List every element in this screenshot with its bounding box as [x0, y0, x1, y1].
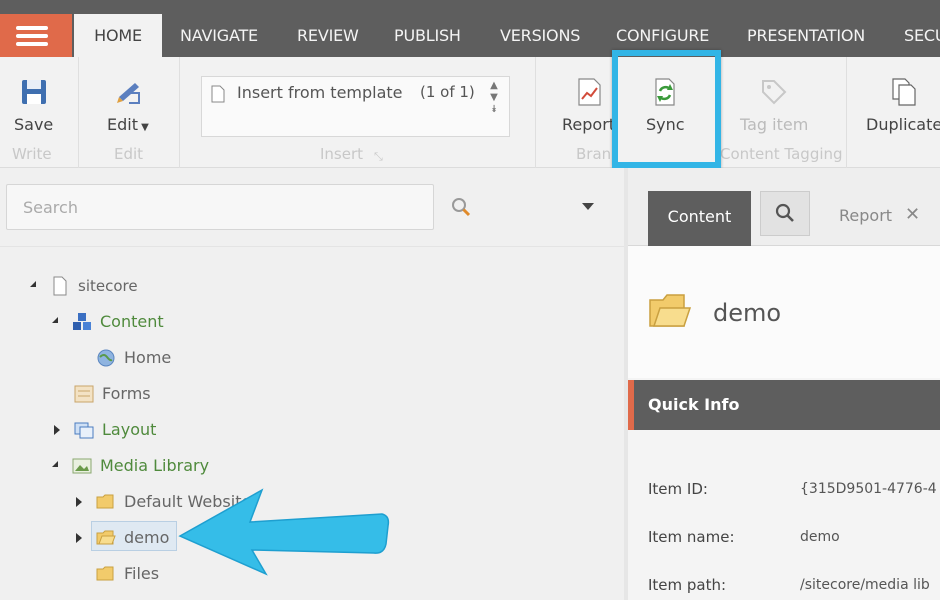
editor-tab-strip: Content Report ✕: [628, 168, 940, 246]
tag-icon: [762, 80, 787, 105]
expand-toggle-icon[interactable]: [54, 425, 60, 435]
folder-open-icon: [649, 294, 692, 327]
edit-icon: [116, 83, 140, 104]
item-header: demo: [628, 246, 940, 378]
tree-label: sitecore: [78, 277, 138, 295]
collapse-toggle-icon[interactable]: [30, 281, 36, 287]
collapse-toggle-icon[interactable]: [52, 461, 58, 467]
tab-content[interactable]: Content: [648, 191, 751, 246]
duplicate-button[interactable]: Duplicate: [866, 77, 940, 134]
group-write-label: Write: [12, 145, 52, 163]
close-icon[interactable]: ✕: [905, 204, 920, 225]
content-cubes-icon: [73, 313, 91, 330]
tree-label: Forms: [102, 384, 151, 403]
tree-label: Layout: [102, 420, 157, 439]
save-button[interactable]: Save: [14, 77, 53, 134]
tree-label: Files: [124, 564, 160, 583]
dialog-launcher-icon[interactable]: ⤡: [374, 150, 383, 164]
tree-label: Media Library: [100, 456, 210, 475]
tab-navigate[interactable]: NAVIGATE: [180, 14, 258, 57]
globe-icon: [97, 349, 115, 367]
item-path-value: /sitecore/media lib: [800, 577, 930, 593]
insert-template-count: (1 of 1): [420, 83, 475, 101]
folder-open-icon: [96, 530, 116, 545]
tree-label: demo: [124, 528, 170, 547]
folder-icon: [96, 566, 114, 581]
image-icon: [72, 458, 92, 474]
group-edit-label: Edit: [114, 145, 144, 163]
tag-item-label: Tag item: [740, 115, 809, 134]
tree-label: Home: [124, 348, 172, 367]
quick-info-section-header[interactable]: Quick Info: [628, 380, 940, 430]
report-button[interactable]: Report: [562, 77, 615, 134]
duplicate-label: Duplicate: [866, 115, 940, 134]
folder-icon: [96, 494, 114, 509]
collapse-toggle-icon[interactable]: [52, 317, 58, 323]
tag-item-button[interactable]: Tag item: [740, 77, 808, 134]
tab-report[interactable]: Report: [839, 206, 892, 225]
insert-template-list[interactable]: Insert from template (1 of 1) ▲ ▼ ⯯: [201, 76, 510, 137]
item-id-value: {315D9501-4776-4: [800, 481, 937, 497]
tree-label: Content: [100, 312, 164, 331]
ribbon-divider: [179, 57, 180, 168]
document-icon: [211, 85, 225, 103]
panel-divider: [0, 246, 624, 247]
content-editor-panel: Content Report ✕ demo Quick Info Item ID…: [628, 168, 940, 600]
item-name-label: Item name:: [648, 528, 735, 546]
expand-list-icon[interactable]: ⯯: [486, 104, 502, 116]
search-options-caret-icon[interactable]: [582, 203, 594, 210]
group-branches-label: Bran: [576, 145, 612, 163]
save-icon: [21, 80, 46, 104]
ribbon-divider: [846, 57, 847, 168]
item-id-label: Item ID:: [648, 480, 708, 498]
list-scroll-arrows[interactable]: ▲ ▼ ⯯: [486, 80, 502, 134]
hamburger-menu-icon[interactable]: [0, 14, 72, 57]
chevron-down-icon: ▼: [137, 122, 149, 133]
sync-highlight-frame: [612, 50, 721, 168]
forms-icon: [74, 385, 94, 403]
save-label: Save: [14, 115, 54, 134]
report-icon: [577, 78, 601, 106]
tab-home[interactable]: HOME: [74, 14, 162, 57]
tab-presentation[interactable]: PRESENTATION: [747, 14, 865, 57]
scroll-down-icon[interactable]: ▼: [486, 92, 502, 104]
insert-template-label[interactable]: Insert from template: [237, 83, 403, 102]
expand-toggle-icon[interactable]: [76, 497, 82, 507]
scroll-up-icon[interactable]: ▲: [486, 80, 502, 92]
tab-security[interactable]: SECU: [904, 14, 940, 57]
ribbon: Save Write Edit ▼ Edit Insert from templ…: [0, 57, 940, 168]
top-tab-bar: HOME NAVIGATE REVIEW PUBLISH VERSIONS CO…: [0, 0, 940, 57]
expand-toggle-icon[interactable]: [76, 533, 82, 543]
document-icon: [53, 276, 67, 296]
tab-publish[interactable]: PUBLISH: [394, 14, 461, 57]
tab-versions[interactable]: VERSIONS: [500, 14, 580, 57]
duplicate-icon: [892, 78, 916, 106]
ribbon-divider: [535, 57, 536, 168]
search-input[interactable]: [6, 184, 434, 230]
report-label: Report: [562, 115, 616, 134]
item-title: demo: [713, 299, 782, 327]
edit-label: Edit: [107, 115, 138, 134]
quick-info-label: Quick Info: [648, 395, 740, 414]
item-name-value: demo: [800, 529, 840, 545]
tab-review[interactable]: REVIEW: [297, 14, 359, 57]
group-content-tagging-label: Content Tagging: [720, 145, 843, 163]
search-icon: [775, 203, 794, 222]
item-path-label: Item path:: [648, 576, 727, 594]
ribbon-divider: [78, 57, 79, 168]
group-insert-label: Insert: [320, 145, 364, 163]
search-icon[interactable]: [450, 196, 472, 218]
search-tab[interactable]: [760, 191, 810, 236]
edit-button[interactable]: Edit ▼: [107, 77, 149, 134]
layout-icon: [74, 422, 94, 439]
pointer-arrow-icon: [178, 488, 390, 576]
